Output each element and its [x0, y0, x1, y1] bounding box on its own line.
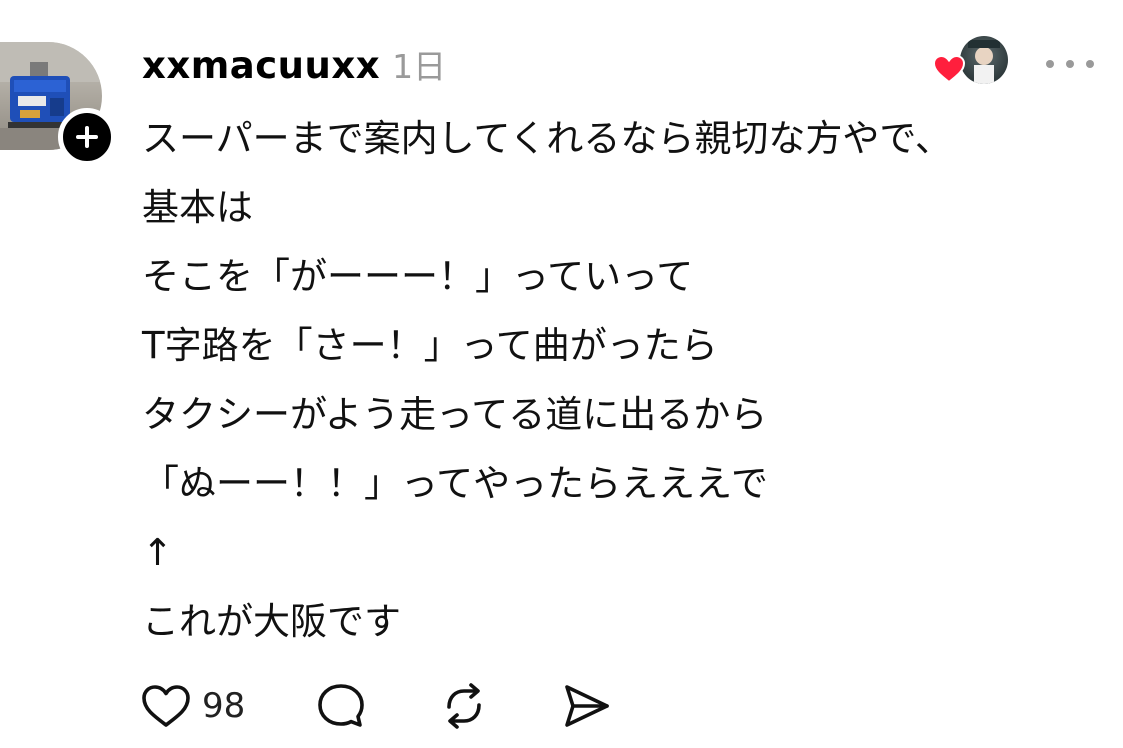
- ellipsis-icon: [1046, 60, 1054, 68]
- like-button[interactable]: 98: [140, 683, 245, 729]
- repost-button[interactable]: [437, 681, 491, 731]
- share-button[interactable]: [561, 681, 613, 731]
- action-bar: 98: [140, 680, 613, 732]
- post-line: 基本は: [142, 186, 253, 229]
- post-line: T字路を「さー！」って曲がったら: [142, 324, 718, 367]
- post-line: そこを「がーーー！」っていって: [142, 255, 694, 298]
- repost-icon: [447, 683, 482, 729]
- liked-by-indicator[interactable]: [932, 36, 1012, 88]
- send-icon: [565, 685, 610, 727]
- follow-button[interactable]: [58, 108, 116, 166]
- post-line: タクシーがよう走ってる道に出るから: [142, 393, 768, 436]
- timestamp: 1日: [392, 47, 447, 86]
- speech-bubble-icon: [318, 684, 365, 727]
- post-line: ↑: [142, 531, 174, 574]
- heart-icon: [932, 54, 966, 84]
- username[interactable]: xxmacuuxx: [142, 44, 380, 87]
- post-body: スーパーまで案内してくれるなら親切な方やで、 基本は そこを「がーーー！」ってい…: [142, 104, 952, 656]
- plus-icon: [76, 126, 98, 148]
- comment-button[interactable]: [315, 681, 367, 731]
- like-count: 98: [202, 686, 246, 726]
- post-line: これが大阪です: [142, 600, 401, 643]
- more-options-button[interactable]: [1046, 52, 1094, 76]
- post-header: xxmacuuxx 1日: [142, 40, 446, 90]
- post-line: 「ぬーー！！」ってやったらえええで: [142, 462, 769, 505]
- post-line: スーパーまで案内してくれるなら親切な方やで、: [142, 117, 952, 160]
- heart-icon: [142, 685, 190, 727]
- liker-avatar: [960, 36, 1008, 84]
